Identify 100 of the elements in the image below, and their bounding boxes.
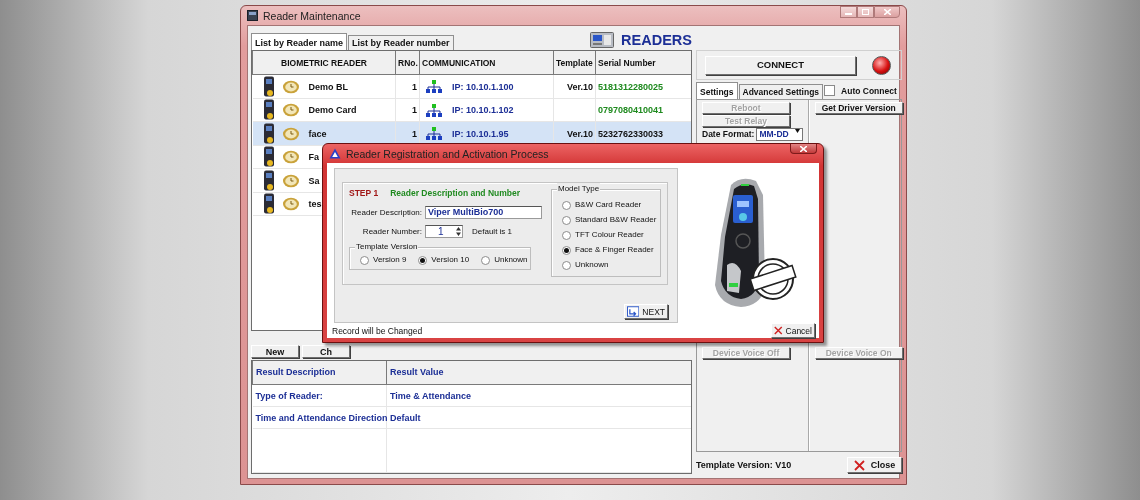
radio-label: TFT Colour Reader [575, 230, 644, 240]
template-version-label: Template Version: V10 [696, 460, 792, 471]
radio-button[interactable] [418, 255, 428, 265]
column-header[interactable]: COMMUNICATION [419, 50, 554, 75]
maximize-button[interactable] [857, 6, 874, 18]
reader-name: Demo Card [308, 105, 357, 116]
radio-label: Version 10 [431, 255, 470, 265]
clock-icon [281, 173, 300, 188]
column-header[interactable]: Template [553, 50, 596, 75]
reader-number: 1 [412, 128, 417, 139]
column-header[interactable]: Serial Number [595, 50, 691, 75]
field-label: Reader Description: [350, 208, 422, 217]
tab[interactable]: Advanced Settings [738, 84, 824, 100]
table-cell: Type of Reader: [252, 384, 387, 407]
close-icon [800, 145, 807, 152]
table-cell: Time and Attendance Direction [252, 406, 387, 429]
maximize-icon [862, 9, 869, 15]
clock-icon [281, 103, 300, 118]
reader-name: Sa [308, 175, 320, 186]
reader-number: 1 [412, 105, 417, 116]
clock-icon [281, 197, 300, 212]
button[interactable]: Get Driver Version [814, 102, 903, 115]
tab[interactable]: List by Reader number [348, 34, 454, 50]
date-format-select[interactable]: MM-DD [756, 128, 803, 142]
radio-button[interactable] [562, 230, 571, 240]
number-field[interactable]: 1 [425, 225, 463, 238]
minimize-button[interactable] [840, 6, 857, 18]
radio-label: Standard B&W Reader [575, 215, 657, 225]
next-button[interactable]: NEXT [624, 304, 668, 319]
radio-label: Unknown [494, 255, 528, 265]
radio-button[interactable] [562, 260, 571, 270]
dialog-title: Reader Registration and Activation Process [346, 147, 549, 160]
ip-address: IP: 10.10.1.102 [452, 105, 514, 116]
table-row[interactable]: Demo BL 1 IP: 10.10.1.100 Ver.10 5181312280025 [252, 74, 691, 99]
reader-name: Fa [308, 152, 319, 163]
network-icon [426, 127, 442, 141]
input-field[interactable]: Viper MultiBio700 [425, 206, 542, 219]
tab[interactable]: List by Reader name [251, 32, 348, 50]
section-title: READERS [621, 31, 692, 48]
checkbox[interactable] [824, 85, 836, 97]
clock-icon [281, 150, 300, 165]
column-header[interactable]: RNo. [395, 50, 420, 75]
serial-number: 5181312280025 [598, 81, 664, 92]
reader-name: Demo BL [308, 81, 348, 92]
column-header[interactable]: Result Value [386, 360, 691, 385]
x-icon [774, 325, 783, 336]
group-label: Template Version [355, 241, 419, 253]
radio-label: Unknown [575, 260, 609, 270]
button[interactable]: New [251, 344, 299, 358]
serial-number: 5232762330033 [598, 128, 664, 139]
radio-label: B&W Card Reader [575, 200, 642, 210]
radio-button[interactable] [562, 200, 571, 210]
column-header[interactable]: BIOMETRIC READER [252, 50, 396, 75]
close-icon [883, 9, 891, 15]
reader-name: face [308, 128, 327, 139]
network-icon [426, 103, 442, 117]
triangle-icon [329, 148, 341, 159]
network-icon [426, 80, 442, 94]
spinner-arrows-icon [455, 226, 462, 237]
reader-name: tes [308, 199, 322, 210]
table-cell: Time & Attendance [386, 384, 691, 407]
field-label: Date Format: [702, 129, 755, 141]
cancel-button[interactable]: Cancel [771, 323, 815, 338]
button[interactable]: Ch [302, 344, 350, 358]
radio-button[interactable] [562, 245, 571, 255]
reader-number: 1 [412, 81, 417, 92]
close-button[interactable] [790, 144, 817, 154]
app-icon [247, 10, 258, 21]
serial-number: 0797080410041 [598, 105, 664, 116]
clock-icon [281, 79, 300, 94]
field-label: Reader Number: [361, 227, 422, 236]
radio-label: Face & Finger Reader [575, 245, 654, 255]
radio-button[interactable] [562, 215, 571, 225]
status-text: Record will be Changed [332, 325, 423, 336]
tab[interactable]: Settings [696, 82, 738, 100]
column-header[interactable]: Result Description [252, 360, 387, 385]
radio-button[interactable] [481, 255, 491, 265]
caret-icon [794, 129, 800, 134]
table-row[interactable]: Demo Card 1 IP: 10.10.1.102 0797080410041 [252, 98, 691, 122]
window-title: Reader Maintenance [263, 9, 361, 22]
radio-label: Version 9 [373, 255, 407, 265]
ip-address: IP: 10.10.1.95 [452, 128, 509, 139]
checkbox-label: Auto Connect [841, 85, 897, 96]
device-icon [262, 99, 275, 122]
next-icon [627, 306, 640, 317]
ip-address: IP: 10.10.1.100 [452, 81, 514, 92]
step-title: Reader Description and Number [390, 188, 521, 198]
table-cell: Default [386, 406, 691, 429]
clock-icon [281, 126, 300, 141]
template-version: Ver.10 [566, 81, 593, 92]
step-number: STEP 1 [349, 188, 379, 198]
device-icon [262, 193, 275, 216]
connect-button[interactable]: CONNECT [705, 55, 856, 75]
x-icon [853, 459, 865, 471]
group-label: Model Type [557, 183, 601, 195]
device-icon [262, 146, 275, 169]
radio-button[interactable] [360, 255, 369, 265]
device-icon [262, 122, 275, 145]
close-button[interactable]: Close [847, 457, 902, 474]
device-icon [262, 169, 275, 192]
